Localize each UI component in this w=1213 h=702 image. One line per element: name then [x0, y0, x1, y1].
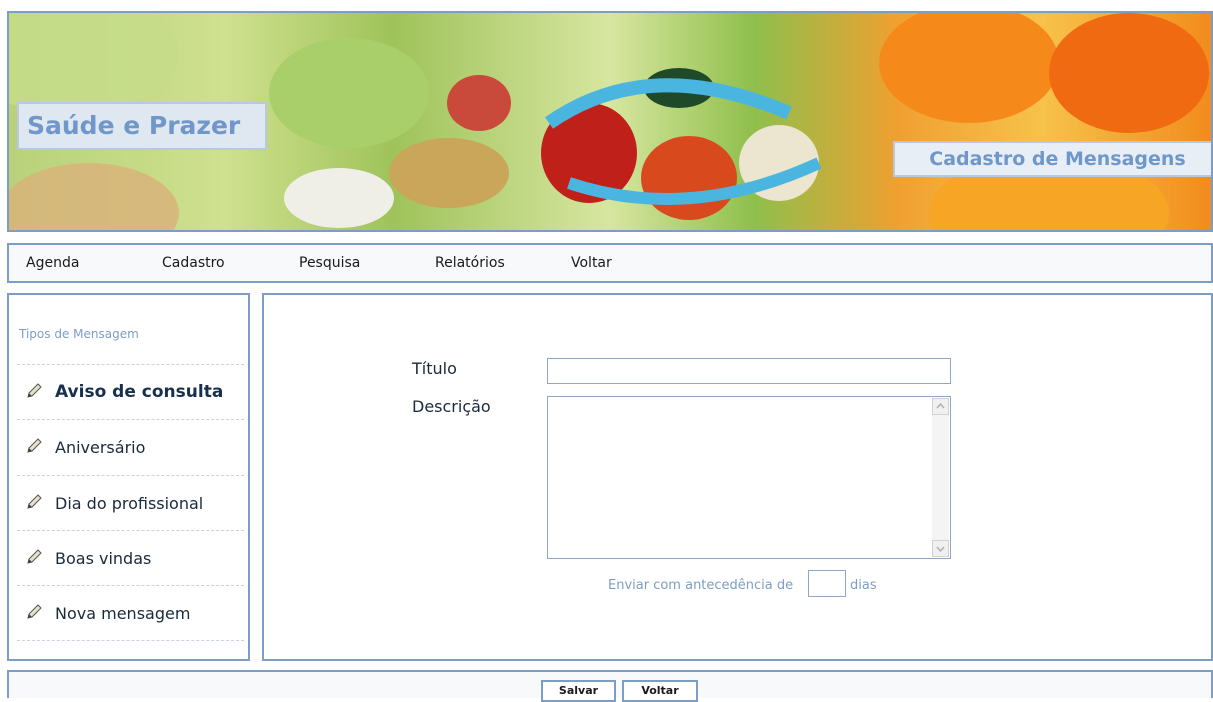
- save-button[interactable]: Salvar: [541, 680, 616, 702]
- scroll-up-icon[interactable]: [932, 398, 949, 415]
- nav-item-cadastro[interactable]: Cadastro: [162, 245, 225, 281]
- message-form-panel: Título Descrição Enviar com antecedência…: [262, 293, 1213, 661]
- top-nav-bar: Agenda Cadastro Pesquisa Relatórios Volt…: [7, 243, 1213, 283]
- sidebar-divider: [17, 640, 244, 641]
- sidebar-item-nova-mensagem[interactable]: Nova mensagem: [17, 585, 244, 640]
- pencil-icon: [27, 494, 42, 509]
- nav-item-pesquisa[interactable]: Pesquisa: [299, 245, 360, 281]
- sidebar-item-label: Dia do profissional: [55, 494, 204, 513]
- dias-suffix-label: dias: [850, 578, 877, 593]
- descricao-label: Descrição: [412, 397, 491, 416]
- sidebar-item-boas-vindas[interactable]: Boas vindas: [17, 530, 244, 585]
- page-title: Cadastro de Mensagens: [893, 141, 1211, 177]
- pencil-icon: [27, 549, 42, 564]
- nav-item-relatorios[interactable]: Relatórios: [435, 245, 505, 281]
- sidebar-item-label: Aviso de consulta: [55, 382, 224, 402]
- footer-actions-bar: Salvar Voltar: [7, 670, 1213, 702]
- titulo-input[interactable]: [547, 358, 951, 384]
- sidebar-item-aniversario[interactable]: Aniversário: [17, 419, 244, 474]
- message-type-sidebar: Tipos de Mensagem Aviso de consulta Aniv…: [7, 293, 250, 661]
- nav-item-agenda[interactable]: Agenda: [26, 245, 79, 281]
- pencil-icon: [27, 438, 42, 453]
- titulo-label: Título: [412, 359, 457, 378]
- pencil-icon: [27, 383, 42, 398]
- pencil-icon: [27, 604, 42, 619]
- sidebar-item-label: Boas vindas: [55, 549, 152, 568]
- descricao-textarea[interactable]: [547, 396, 951, 559]
- brand-title: Saúde e Prazer: [17, 102, 267, 150]
- sidebar-item-dia-do-profissional[interactable]: Dia do profissional: [17, 475, 244, 530]
- scroll-down-icon[interactable]: [932, 540, 949, 557]
- back-button[interactable]: Voltar: [622, 680, 698, 702]
- header-banner: Saúde e Prazer Cadastro de Mensagens: [7, 11, 1213, 232]
- antecedencia-dias-input[interactable]: [808, 570, 846, 597]
- sidebar-title: Tipos de Mensagem: [19, 327, 139, 341]
- sidebar-item-label: Aniversário: [55, 438, 146, 457]
- textarea-scrollbar[interactable]: [932, 398, 949, 557]
- antecedencia-label: Enviar com antecedência de: [608, 578, 794, 593]
- sidebar-item-aviso-de-consulta[interactable]: Aviso de consulta: [17, 364, 244, 419]
- sidebar-item-label: Nova mensagem: [55, 604, 191, 623]
- nav-item-voltar[interactable]: Voltar: [571, 245, 612, 281]
